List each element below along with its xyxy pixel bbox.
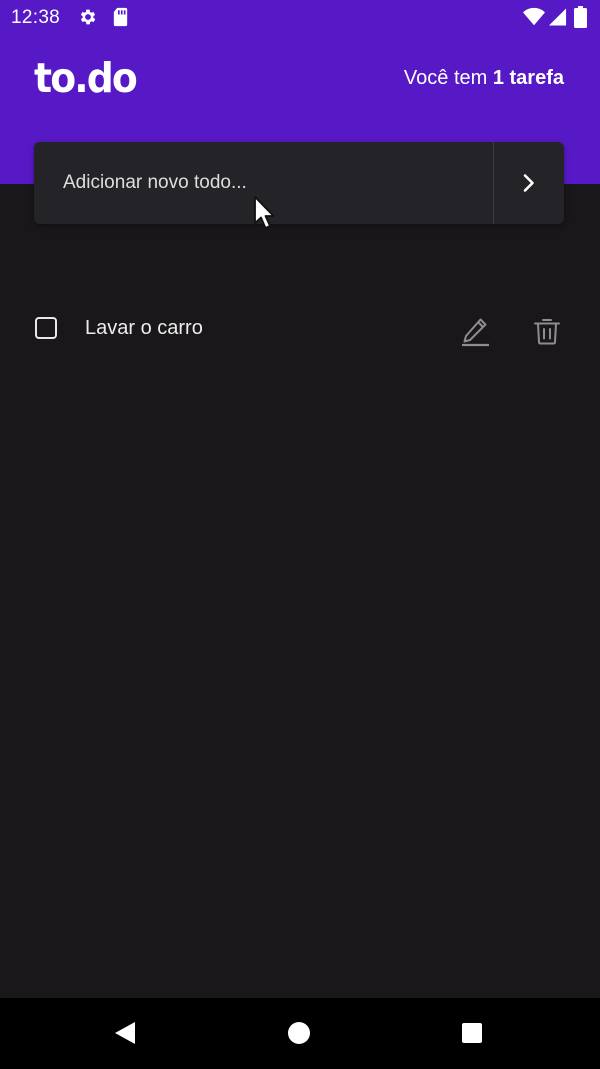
todo-list: Lavar o carro xyxy=(0,298,600,360)
wifi-icon xyxy=(523,7,545,26)
status-bar: 12:38 xyxy=(0,0,600,34)
system-nav-bar xyxy=(0,998,600,1069)
mouse-cursor-icon xyxy=(254,196,275,229)
back-triangle-icon[interactable] xyxy=(113,1021,137,1045)
pencil-icon[interactable] xyxy=(458,314,492,348)
trash-icon[interactable] xyxy=(532,316,562,346)
cell-signal-icon xyxy=(548,8,567,26)
battery-icon xyxy=(574,6,587,28)
status-time: 12:38 xyxy=(11,7,61,28)
sd-card-icon xyxy=(113,7,128,27)
add-todo-button[interactable] xyxy=(494,142,564,224)
todo-checkbox[interactable] xyxy=(35,317,57,339)
add-todo-form xyxy=(34,142,564,224)
task-counter: Você tem 1 tarefa xyxy=(404,65,564,91)
recents-square-icon[interactable] xyxy=(462,1023,482,1043)
task-counter-count: 1 tarefa xyxy=(492,67,564,89)
todo-item: Lavar o carro xyxy=(0,298,600,360)
todo-label: Lavar o carro xyxy=(85,317,203,339)
app-logo: to.do xyxy=(34,54,138,102)
task-counter-prefix: Você tem xyxy=(403,67,493,89)
home-circle-icon[interactable] xyxy=(288,1022,310,1044)
chevron-right-icon xyxy=(523,174,534,192)
gear-icon xyxy=(80,9,96,25)
